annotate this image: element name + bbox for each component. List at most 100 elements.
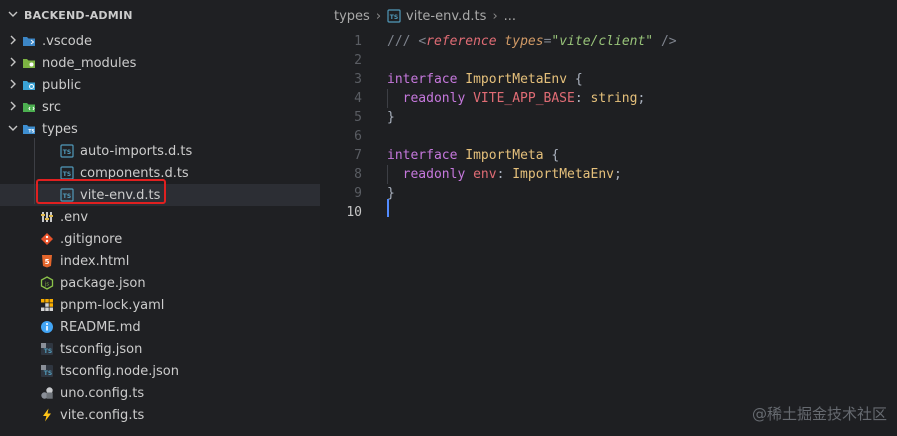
breadcrumb-file[interactable]: vite-env.d.ts [406, 9, 486, 24]
typescript-def-icon: TS [387, 9, 401, 23]
code-token: readonly [387, 167, 474, 182]
code-line[interactable]: 3 interface ImportMetaEnv { [320, 70, 897, 89]
code-indent-guide [387, 165, 388, 184]
types-folder-icon: TS [22, 122, 36, 136]
info-icon [40, 320, 54, 334]
code-token: { [567, 72, 583, 87]
env-icon [40, 210, 54, 224]
file-item[interactable]: pnpm-lock.yaml [0, 294, 320, 316]
file-item[interactable]: .env [0, 206, 320, 228]
file-item[interactable]: TS tsconfig.node.json [0, 360, 320, 382]
chevron-right-icon[interactable] [4, 35, 22, 48]
line-number: 2 [354, 53, 362, 68]
file-item[interactable]: 5 index.html [0, 250, 320, 272]
file-item[interactable]: TS tsconfig.json [0, 338, 320, 360]
folder-item[interactable]: src [0, 96, 320, 118]
chevron-down-icon[interactable] [8, 9, 22, 22]
line-number: 9 [354, 186, 362, 201]
code-token: ImportMeta [465, 148, 544, 163]
file-item[interactable]: .gitignore [0, 228, 320, 250]
vscode-folder-icon [22, 34, 36, 48]
chevron-right-icon[interactable] [4, 57, 22, 70]
folder-label: node_modules [42, 55, 137, 71]
code-token: reference [426, 34, 497, 49]
file-item[interactable]: README.md [0, 316, 320, 338]
code-token: "vite/client" [551, 34, 654, 49]
line-number: 10 [346, 205, 362, 220]
code-token: : [496, 167, 513, 182]
code-token: env [473, 167, 497, 182]
code-token: interface [387, 148, 466, 163]
tsconfig-icon: TS [40, 342, 54, 356]
file-item[interactable]: uno.config.ts [0, 382, 320, 404]
code-token: types [504, 34, 544, 49]
svg-text:TS: TS [44, 370, 52, 377]
code-line[interactable]: 1 /// <reference types="vite/client" /> [320, 32, 897, 51]
code-area[interactable]: 1 /// <reference types="vite/client" /> 2 3… [320, 32, 897, 222]
code-line[interactable]: 5} [320, 108, 897, 127]
code-text: } [387, 110, 395, 125]
node-folder-icon [22, 56, 36, 70]
svg-text:TS: TS [63, 149, 71, 156]
code-line[interactable]: 2 [320, 51, 897, 70]
svg-text:TS: TS [63, 171, 71, 178]
chevron-right-icon[interactable] [4, 79, 22, 92]
unocss-icon [40, 386, 54, 400]
chevron-right-icon: › [492, 8, 498, 24]
file-item[interactable]: vite.config.ts [0, 404, 320, 426]
code-line[interactable]: 7 interface ImportMeta { [320, 146, 897, 165]
code-line[interactable]: 8 readonly env: ImportMetaEnv; [320, 165, 897, 184]
code-token: ImportMetaEnv [465, 72, 568, 87]
code-token: readonly [387, 91, 474, 106]
file-label: README.md [60, 319, 141, 335]
code-editor[interactable]: types › TS vite-env.d.ts › ... 1 /// <ref… [320, 0, 897, 436]
annotation-highlight-box [36, 179, 166, 204]
file-item[interactable]: TS auto-imports.d.ts [0, 140, 320, 162]
file-label: vite.config.ts [60, 407, 145, 423]
code-line[interactable]: 4 readonly VITE_APP_BASE: string; [320, 89, 897, 108]
folder-item[interactable]: node_modules [0, 52, 320, 74]
pnpm-icon [40, 298, 54, 312]
code-token: /// [387, 34, 419, 49]
folder-item[interactable]: .vscode [0, 30, 320, 52]
file-item[interactable]: js package.json [0, 272, 320, 294]
code-line[interactable]: 6 [320, 127, 897, 146]
breadcrumb: types › TS vite-env.d.ts › ... [320, 0, 897, 32]
chevron-down-icon[interactable] [4, 123, 22, 136]
code-text: /// <reference types="vite/client" /> [387, 34, 677, 49]
tsconfig-icon: TS [40, 364, 54, 378]
code-line[interactable]: 10 [320, 203, 897, 222]
line-number: 4 [354, 91, 362, 106]
svg-text:TS: TS [44, 348, 52, 355]
line-number: 1 [354, 34, 362, 49]
code-token: /> [653, 34, 677, 49]
code-text: readonly env: ImportMetaEnv; [387, 167, 622, 182]
file-label: uno.config.ts [60, 385, 145, 401]
file-label: index.html [60, 253, 130, 269]
code-text: interface ImportMeta { [387, 148, 559, 163]
vite-icon [40, 408, 54, 422]
breadcrumb-folder[interactable]: types [334, 9, 370, 24]
folder-label: types [42, 121, 78, 137]
line-number: 7 [354, 148, 362, 163]
code-token: interface [387, 72, 466, 87]
text-cursor [387, 199, 389, 217]
folder-item[interactable]: public [0, 74, 320, 96]
svg-text:js: js [44, 282, 49, 288]
code-token: : [574, 91, 591, 106]
public-folder-icon [22, 78, 36, 92]
typescript-def-icon: TS [60, 166, 74, 180]
src-folder-icon [22, 100, 36, 114]
folder-item[interactable]: TS types [0, 118, 320, 140]
line-number: 5 [354, 110, 362, 125]
code-token: } [387, 110, 395, 125]
chevron-right-icon[interactable] [4, 101, 22, 114]
code-token: < [418, 34, 427, 49]
html-icon: 5 [40, 254, 54, 268]
explorer-header[interactable]: BACKEND-ADMIN [0, 0, 320, 30]
code-line[interactable]: 9} [320, 184, 897, 203]
svg-text:TS: TS [28, 129, 34, 135]
folder-label: src [42, 99, 61, 115]
watermark: @稀土掘金技术社区 [751, 405, 887, 423]
breadcrumb-symbols[interactable]: ... [504, 9, 516, 24]
